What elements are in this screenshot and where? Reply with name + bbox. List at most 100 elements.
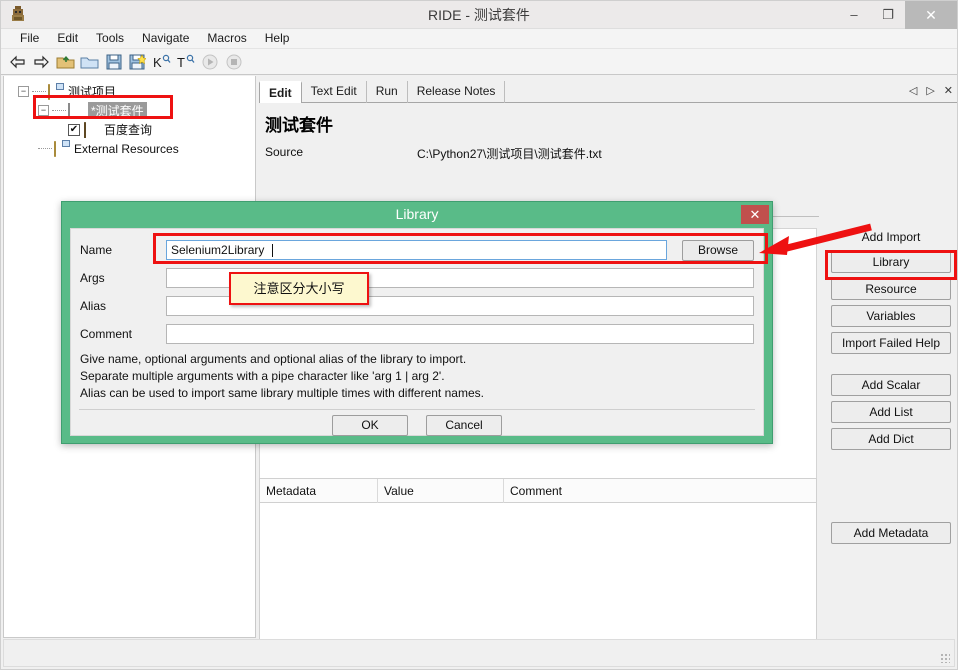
expander-suite-icon[interactable]: −	[38, 105, 49, 116]
test-checkbox[interactable]: ✔	[68, 123, 80, 136]
expander-project-icon[interactable]: −	[18, 86, 29, 97]
tab-close-icon[interactable]: ✕	[944, 84, 953, 97]
stop-icon[interactable]	[223, 51, 244, 72]
open-file-icon[interactable]	[79, 51, 100, 72]
column-comment: Comment	[510, 483, 563, 498]
dialog-title: Library	[395, 206, 439, 222]
tree-item-project[interactable]: − 测试项目	[4, 82, 255, 101]
import-failed-help-button[interactable]: Import Failed Help	[831, 332, 951, 354]
toolbar: K T	[1, 49, 957, 75]
back-icon[interactable]	[7, 51, 28, 72]
run-icon[interactable]	[199, 51, 220, 72]
tree-item-test[interactable]: ✔ 百度查询	[4, 120, 255, 139]
add-metadata-button[interactable]: Add Metadata	[831, 522, 951, 544]
column-value: Value	[378, 478, 504, 503]
tab-navigation: ◁ ▷ ✕	[909, 84, 953, 97]
side-button-column: Add Import Library Resource Variables Im…	[825, 228, 957, 648]
tree-label-test: 百度查询	[104, 123, 153, 137]
help-line-3: Alias can be used to import same library…	[80, 386, 484, 400]
page-title: 测试套件	[265, 116, 333, 135]
browse-button[interactable]: Browse	[682, 239, 754, 261]
window-controls: – ❐ ✕	[837, 1, 957, 29]
tab-release-notes[interactable]: Release Notes	[408, 81, 506, 103]
editor-tabbar: Edit Text Edit Run Release Notes ◁ ▷ ✕	[259, 81, 957, 104]
add-dict-button[interactable]: Add Dict	[831, 428, 951, 450]
menu-navigate[interactable]: Navigate	[133, 29, 198, 48]
open-directory-icon[interactable]	[55, 51, 76, 72]
add-scalar-button[interactable]: Add Scalar	[831, 374, 951, 396]
tab-prev-icon[interactable]: ◁	[909, 84, 917, 97]
save-icon[interactable]	[103, 51, 124, 72]
name-label: Name	[80, 243, 113, 257]
menu-edit[interactable]: Edit	[48, 29, 87, 48]
dialog-actions: OK Cancel	[71, 415, 763, 436]
column-metadata: Metadata	[260, 478, 378, 503]
cancel-button[interactable]: Cancel	[426, 415, 502, 436]
menubar: File Edit Tools Navigate Macros Help	[1, 29, 957, 49]
tree-connector	[38, 148, 52, 149]
ride-main-window: RIDE - 测试套件 – ❐ ✕ File Edit Tools Naviga…	[0, 0, 958, 670]
metadata-table: Metadata Value Comment	[259, 478, 817, 663]
tree-connector	[52, 110, 66, 111]
menu-tools[interactable]: Tools	[87, 29, 133, 48]
project-tree: − 测试项目 − *测试套件 ✔ 百度查询 External Resources	[4, 76, 255, 158]
tree-item-external-resources[interactable]: External Resources	[4, 139, 255, 158]
external-resources-folder-icon	[54, 140, 70, 157]
alias-label: Alias	[80, 299, 107, 313]
tree-item-suite[interactable]: − *测试套件	[4, 101, 255, 120]
menu-help[interactable]: Help	[256, 29, 299, 48]
tree-label-external-resources: External Resources	[74, 141, 179, 156]
source-path-value: C:\Python27\测试项目\测试套件.txt	[417, 147, 602, 161]
menu-file[interactable]: File	[11, 29, 48, 48]
help-line-2: Separate multiple arguments with a pipe …	[80, 369, 445, 383]
close-window-button[interactable]: ✕	[905, 1, 957, 29]
annotation-note: 注意区分大小写	[229, 272, 369, 305]
project-folder-icon	[48, 83, 64, 100]
menu-macros[interactable]: Macros	[198, 29, 255, 48]
tree-connector	[32, 91, 46, 92]
svg-text:K: K	[153, 55, 162, 70]
add-import-header: Add Import	[861, 230, 921, 244]
minimize-button[interactable]: –	[837, 1, 871, 29]
svg-text:T: T	[177, 55, 185, 70]
dialog-divider	[79, 409, 755, 410]
tab-next-icon[interactable]: ▷	[926, 84, 934, 97]
window-title: RIDE - 测试套件	[428, 7, 530, 23]
tree-label-suite: *测试套件	[88, 102, 147, 119]
library-dialog: Library ✕ Name Selenium2Library Browse A…	[61, 201, 773, 444]
field-row-args: Args	[71, 264, 763, 292]
help-line-1: Give name, optional arguments and option…	[80, 352, 467, 366]
dialog-help-text: Give name, optional arguments and option…	[80, 351, 750, 402]
source-label: Source	[265, 145, 304, 159]
args-label: Args	[80, 271, 105, 285]
tab-run[interactable]: Run	[367, 81, 408, 103]
text-caret	[271, 244, 273, 258]
variables-button[interactable]: Variables	[831, 305, 951, 327]
name-input-value: Selenium2Library	[171, 243, 268, 257]
save-all-icon[interactable]	[127, 51, 148, 72]
search-keyword-icon[interactable]: K	[151, 51, 172, 72]
resource-button[interactable]: Resource	[831, 278, 951, 300]
suite-document-icon	[68, 102, 84, 119]
add-list-button[interactable]: Add List	[831, 401, 951, 423]
search-tests-icon[interactable]: T	[175, 51, 196, 72]
resize-grip[interactable]	[940, 653, 950, 663]
robot-test-icon	[84, 121, 100, 138]
dialog-close-button[interactable]: ✕	[741, 205, 769, 224]
field-row-alias: Alias	[71, 292, 763, 320]
library-button[interactable]: Library	[831, 251, 951, 273]
window-titlebar: RIDE - 测试套件 – ❐ ✕	[1, 1, 957, 29]
comment-label: Comment	[80, 327, 133, 341]
status-bar	[3, 639, 955, 667]
tree-label-project: 测试项目	[68, 85, 117, 99]
ok-button[interactable]: OK	[332, 415, 408, 436]
field-row-comment: Comment	[71, 320, 763, 348]
dialog-body: Name Selenium2Library Browse Args Alias …	[70, 228, 764, 436]
forward-icon[interactable]	[31, 51, 52, 72]
tab-edit[interactable]: Edit	[259, 81, 302, 104]
name-input[interactable]: Selenium2Library	[166, 240, 667, 260]
name-input-wrapper: Selenium2Library Browse	[166, 239, 754, 261]
comment-input[interactable]	[166, 324, 754, 344]
tab-text-edit[interactable]: Text Edit	[302, 81, 367, 103]
maximize-button[interactable]: ❐	[871, 1, 905, 29]
